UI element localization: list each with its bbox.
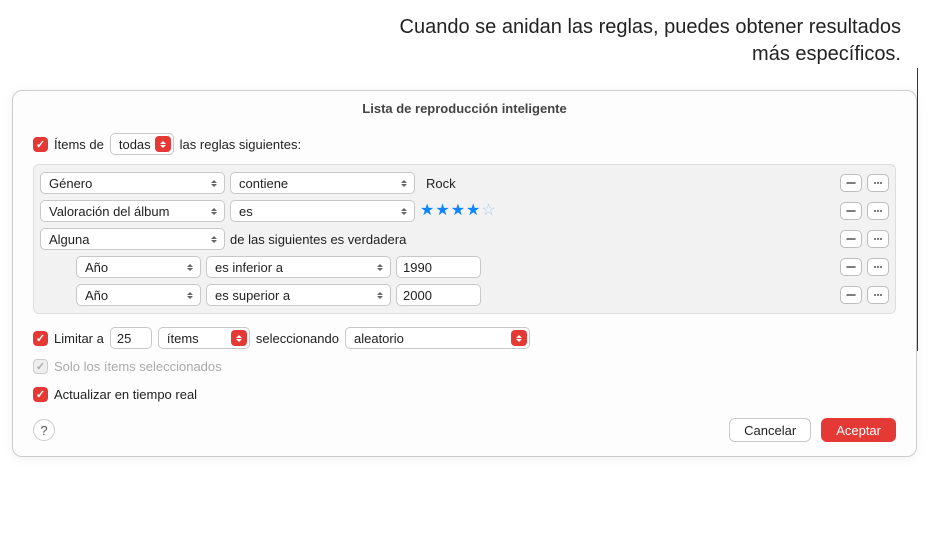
match-mode-value: todas <box>119 137 151 152</box>
rule-value-input[interactable]: 2000 <box>396 284 481 306</box>
rule-attribute-value: Valoración del álbum <box>49 204 169 219</box>
match-mode-select[interactable]: todas <box>110 133 174 155</box>
remove-rule-button[interactable] <box>840 286 862 304</box>
only-selected-label: Solo los ítems seleccionados <box>54 359 222 374</box>
nested-rule-row: Año es superior a 2000 <box>40 281 889 309</box>
limit-method-value: aleatorio <box>354 331 404 346</box>
star-outline-icon: ☆ <box>481 203 495 219</box>
ellipsis-icon <box>873 178 883 188</box>
rule-more-button[interactable] <box>867 174 889 192</box>
limit-unit-select[interactable]: ítems <box>158 327 250 349</box>
rule-group-tail-label: de las siguientes es verdadera <box>230 232 406 247</box>
rule-group-row: Alguna de las siguientes es verdadera <box>40 225 889 253</box>
sheet-title: Lista de reproducción inteligente <box>13 91 916 130</box>
remove-rule-button[interactable] <box>840 174 862 192</box>
rule-attribute-select[interactable]: Valoración del álbum <box>40 200 225 222</box>
rule-operator-value: es superior a <box>215 288 290 303</box>
minus-icon <box>846 290 856 300</box>
ok-button[interactable]: Aceptar <box>821 418 896 442</box>
chevron-updown-icon <box>206 203 222 219</box>
rule-operator-value: contiene <box>239 176 288 191</box>
rule-more-button[interactable] <box>867 230 889 248</box>
rule-attribute-value: Año <box>85 288 108 303</box>
rule-value-input[interactable]: 1990 <box>396 256 481 278</box>
rule-group-mode-value: Alguna <box>49 232 89 247</box>
chevron-updown-icon <box>182 287 198 303</box>
rule-more-button[interactable] <box>867 258 889 276</box>
rule-attribute-select[interactable]: Año <box>76 284 201 306</box>
chevron-updown-icon <box>511 330 527 346</box>
cancel-button[interactable]: Cancelar <box>729 418 811 442</box>
rule-group-mode-select[interactable]: Alguna <box>40 228 225 250</box>
limit-checkbox[interactable] <box>33 331 48 346</box>
chevron-updown-icon <box>231 330 247 346</box>
minus-icon <box>846 262 856 272</box>
rule-attribute-value: Género <box>49 176 92 191</box>
remove-rule-button[interactable] <box>840 230 862 248</box>
match-suffix-label: las reglas siguientes: <box>180 137 301 152</box>
chevron-updown-icon <box>396 203 412 219</box>
ellipsis-icon <box>873 262 883 272</box>
limit-unit-value: ítems <box>167 331 199 346</box>
ellipsis-icon <box>873 234 883 244</box>
chevron-updown-icon <box>372 259 388 275</box>
rule-operator-select[interactable]: es superior a <box>206 284 391 306</box>
callout-line <box>917 68 918 350</box>
rule-value-stars[interactable]: ★ ★ ★ ★ ☆ <box>420 203 496 219</box>
remove-rule-button[interactable] <box>840 258 862 276</box>
limit-select-label: seleccionando <box>256 331 339 346</box>
minus-icon <box>846 206 856 216</box>
ellipsis-icon <box>873 290 883 300</box>
star-icon: ★ <box>420 203 434 219</box>
ellipsis-icon <box>873 206 883 216</box>
live-update-checkbox[interactable] <box>33 387 48 402</box>
rule-operator-value: es <box>239 204 253 219</box>
minus-icon <box>846 178 856 188</box>
star-icon: ★ <box>435 203 449 219</box>
limit-label: Limitar a <box>54 331 104 346</box>
only-selected-checkbox <box>33 359 48 374</box>
rule-row: Valoración del álbum es ★ ★ ★ ★ ☆ <box>40 197 889 225</box>
chevron-updown-icon <box>206 175 222 191</box>
rule-operator-select[interactable]: contiene <box>230 172 415 194</box>
chevron-updown-icon <box>182 259 198 275</box>
chevron-updown-icon <box>396 175 412 191</box>
rule-more-button[interactable] <box>867 202 889 220</box>
limit-count-input[interactable]: 25 <box>110 327 152 349</box>
chevron-updown-icon <box>372 287 388 303</box>
rule-value-input[interactable]: Rock <box>420 172 670 194</box>
chevron-updown-icon <box>155 136 171 152</box>
limit-method-select[interactable]: aleatorio <box>345 327 530 349</box>
chevron-updown-icon <box>206 231 222 247</box>
rules-container: Género contiene Rock Valoración del álbu… <box>33 164 896 314</box>
rule-attribute-select[interactable]: Género <box>40 172 225 194</box>
minus-icon <box>846 234 856 244</box>
rule-row: Género contiene Rock <box>40 169 889 197</box>
star-icon: ★ <box>466 203 480 219</box>
match-prefix-label: Ítems de <box>54 137 104 152</box>
remove-rule-button[interactable] <box>840 202 862 220</box>
smart-playlist-sheet: Lista de reproducción inteligente Ítems … <box>12 90 917 457</box>
rule-operator-select[interactable]: es <box>230 200 415 222</box>
rule-attribute-select[interactable]: Año <box>76 256 201 278</box>
nested-rule-row: Año es inferior a 1990 <box>40 253 889 281</box>
rule-operator-select[interactable]: es inferior a <box>206 256 391 278</box>
annotation-callout: Cuando se anidan las reglas, puedes obte… <box>381 14 901 68</box>
rule-attribute-value: Año <box>85 260 108 275</box>
match-rules-checkbox[interactable] <box>33 137 48 152</box>
live-update-label: Actualizar en tiempo real <box>54 387 197 402</box>
rule-more-button[interactable] <box>867 286 889 304</box>
star-icon: ★ <box>451 203 465 219</box>
help-button[interactable]: ? <box>33 419 55 441</box>
rule-operator-value: es inferior a <box>215 260 283 275</box>
